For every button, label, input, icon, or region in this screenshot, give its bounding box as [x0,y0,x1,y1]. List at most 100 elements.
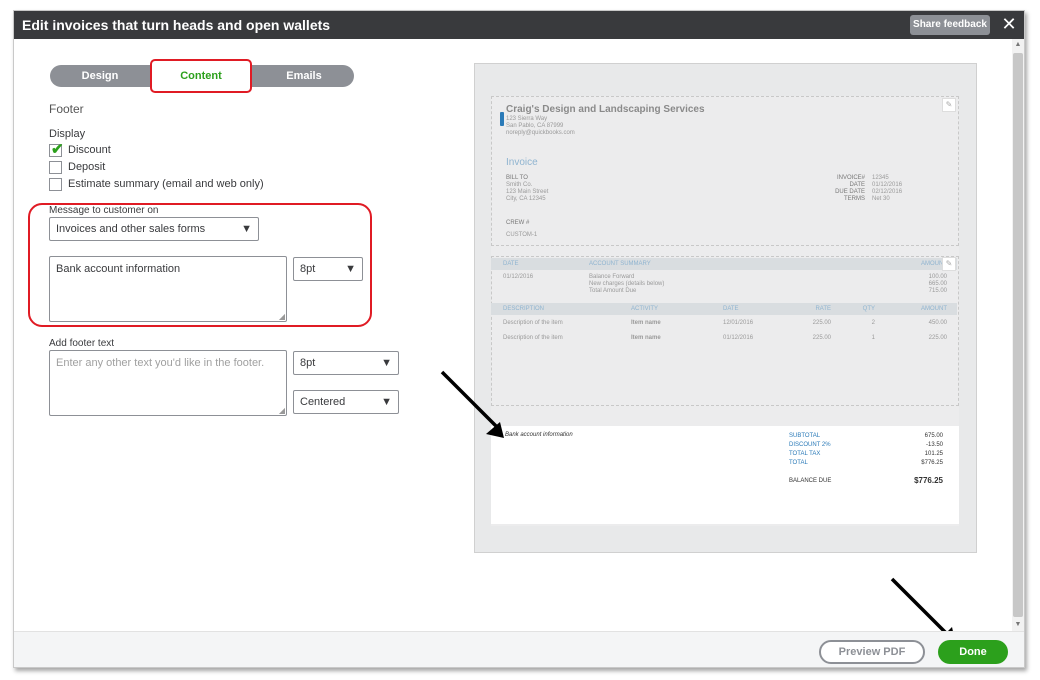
preview-header-cell: AMOUNT [921,261,947,267]
dialog-title: Edit invoices that turn heads and open w… [22,17,331,33]
preview-total-value: 675.00 [924,433,943,439]
tab-content-highlight: Content [150,59,252,93]
preview-header-cell: QTY [862,306,875,312]
invoice-preview-panel: ✎ Craig's Design and Landscaping Service… [474,63,977,553]
title-bar: Edit invoices that turn heads and open w… [14,11,1024,39]
estimate-summary-checkbox[interactable] [49,178,62,191]
footer-alignment-select[interactable]: Centered ▼ [293,390,399,414]
preview-item-cell: Description of the item [503,320,563,326]
scroll-down-icon[interactable]: ▼ [1012,619,1024,631]
scrollbar-thumb[interactable] [1013,53,1023,617]
deposit-checkbox[interactable] [49,161,62,174]
tab-content[interactable]: Content [156,65,246,87]
preview-summary-line: Balance Forward [589,274,635,280]
tab-emails[interactable]: Emails [254,65,354,87]
preview-meta-label: DATE [849,182,865,188]
preview-footer-section[interactable]: Bank account information SUBTOTAL DISCOU… [491,426,959,524]
preview-summary-header [491,258,957,270]
preview-total-label: TOTAL [789,460,808,466]
message-font-size-select[interactable]: 8pt ▼ [293,257,363,281]
preview-summary-amount: 665.00 [928,281,947,287]
preview-item-cell: 01/12/2016 [723,335,754,341]
preview-meta-label: DUE DATE [835,189,865,195]
close-icon[interactable]: ✕ [998,13,1020,35]
preview-address-line: San Pablo, CA 87999 [506,123,564,129]
deposit-label: Deposit [68,161,106,173]
preview-bill-to-line: Smith Co. [506,182,533,188]
resize-handle-icon[interactable]: ◢ [279,406,285,415]
preview-meta-value: 01/12/2016 [872,182,903,188]
preview-item-cell: 12/01/2016 [723,320,754,326]
estimate-summary-label: Estimate summary (email and web only) [68,178,264,190]
tab-design[interactable]: Design [50,65,150,87]
preview-company-name: Craig's Design and Landscaping Services [506,104,705,115]
preview-header-section[interactable] [491,96,959,246]
chevron-down-icon: ▼ [241,223,252,235]
pencil-icon[interactable]: ✎ [942,257,956,271]
preview-bill-to-label: BILL TO [506,175,528,181]
message-target-select[interactable]: Invoices and other sales forms ▼ [49,217,259,241]
footer-text-label: Add footer text [49,338,115,349]
preview-pdf-button[interactable]: Preview PDF [819,640,925,664]
preview-summary-line: New charges (details below) [589,281,665,287]
preview-header-cell: DESCRIPTION [503,306,545,312]
resize-handle-icon[interactable]: ◢ [279,312,285,321]
preview-body-section[interactable] [491,256,959,406]
preview-header-cell: ACCOUNT SUMMARY [589,261,651,267]
footer-font-size-select[interactable]: 8pt ▼ [293,351,399,375]
preview-header-cell: ACTIVITY [631,306,659,312]
preview-bill-to-line: City, CA 12345 [506,196,546,202]
preview-item-cell: 225.00 [812,335,831,341]
discount-label: Discount [68,144,111,156]
preview-doc-title: Invoice [506,157,538,168]
footer-alignment-value: Centered [300,396,346,408]
message-textarea[interactable]: Bank account information ◢ [49,256,287,322]
chevron-down-icon: ▼ [381,396,392,408]
done-button[interactable]: Done [938,640,1008,664]
preview-total-value: -13.50 [925,442,943,448]
invoice-customization-dialog: Edit invoices that turn heads and open w… [13,10,1025,668]
preview-item-cell: 225.00 [928,335,947,341]
chevron-down-icon: ▼ [345,263,356,275]
preview-bill-to-line: 123 Main Street [506,189,549,195]
message-label: Message to customer on [49,205,159,216]
footer-font-size-value: 8pt [300,357,316,369]
preview-balance-value: $776.25 [914,476,943,485]
preview-meta-label: TERMS [844,196,865,202]
share-feedback-button[interactable]: Share feedback [910,15,990,35]
invoice-preview-paper: ✎ Craig's Design and Landscaping Service… [491,96,959,526]
preview-crew-label: CREW # [506,220,530,226]
preview-item-cell: Item name [631,335,661,341]
preview-item-cell: Item name [631,320,661,326]
checkmark-icon: ✔ [51,141,64,158]
preview-email: noreply@quickbooks.com [506,130,575,136]
message-font-size-value: 8pt [300,263,316,275]
pencil-icon[interactable]: ✎ [942,98,956,112]
preview-summary-line: Total Amount Due [589,288,637,294]
preview-address-line: 123 Sierra Way [506,116,548,122]
footer-placeholder: Enter any other text you'd like in the f… [56,357,265,369]
preview-summary-amount: 100.00 [928,274,947,280]
message-target-value: Invoices and other sales forms [56,223,206,235]
footer-textarea[interactable]: Enter any other text you'd like in the f… [49,350,287,416]
preview-total-label: TOTAL TAX [789,451,821,457]
preview-crew-value: CUSTOM-1 [506,232,538,238]
preview-header-cell: DATE [723,306,739,312]
scroll-up-icon[interactable]: ▲ [1012,39,1024,51]
vertical-scrollbar[interactable]: ▲ ▼ [1012,39,1024,631]
preview-item-cell: 225.00 [812,320,831,326]
preview-total-value: 101.25 [924,451,943,457]
preview-item-cell: 2 [871,320,875,326]
chevron-down-icon: ▼ [381,357,392,369]
message-text: Bank account information [56,263,181,275]
preview-balance-label: BALANCE DUE [789,478,832,484]
preview-item-cell: Description of the item [503,335,563,341]
display-label: Display [49,128,86,140]
preview-meta-value: 02/12/2016 [872,189,903,195]
preview-total-value: $776.25 [921,460,943,466]
discount-checkbox[interactable]: ✔ [49,141,64,158]
preview-item-cell: 1 [871,335,875,341]
preview-meta-label: INVOICE# [836,175,865,181]
preview-header-cell: AMOUNT [921,306,947,312]
preview-header-cell: RATE [815,306,831,312]
